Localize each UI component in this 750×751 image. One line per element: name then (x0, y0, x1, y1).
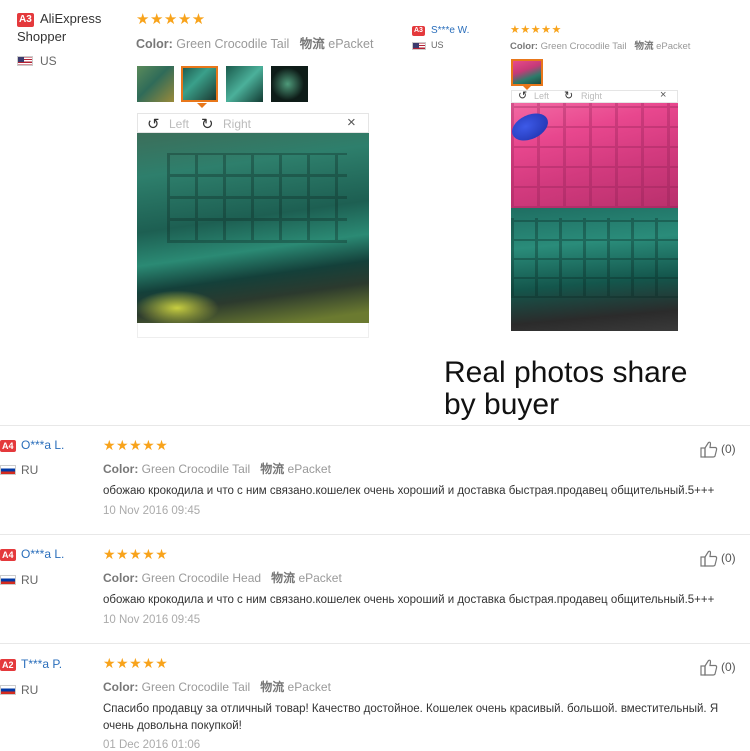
order-info: Color: Green Crocodile Tail 物流 ePacket (103, 678, 331, 695)
thumbs-up-icon[interactable] (700, 658, 718, 676)
color-value: Green Crocodile Head (141, 571, 262, 585)
buyer-level-badge: A3 (412, 26, 425, 36)
buyer-level-badge: A2 (0, 659, 16, 671)
close-icon[interactable]: × (660, 89, 666, 101)
color-value: Green Crocodile Tail (540, 41, 627, 52)
photo-texture (511, 218, 678, 298)
rating-stars: ★★★★★ (103, 437, 169, 453)
thumbs-up-icon[interactable] (700, 549, 718, 567)
color-label: Color: (103, 571, 139, 585)
helpful-count[interactable]: (0) (721, 660, 736, 674)
shipping-label: 物流 (634, 41, 654, 52)
overlay-caption: Real photos share by buyer (444, 357, 688, 421)
rotate-right-icon[interactable]: ↻ (201, 115, 214, 133)
order-info: Color: Green Crocodile Head 物流 ePacket (103, 569, 342, 586)
review-photo-thumb-4[interactable] (271, 66, 308, 102)
color-label: Color: (510, 41, 538, 52)
rotate-left-icon[interactable]: ↺ (147, 115, 160, 133)
rating-stars: ★★★★★ (510, 24, 562, 36)
order-info: Color: Green Crocodile Tail 物流 ePacket (103, 460, 331, 477)
buyer-name[interactable]: O***a L. (21, 438, 64, 452)
order-info: Color: Green Crocodile Tail 物流 ePacket (136, 33, 373, 52)
rotate-right-icon[interactable]: ↻ (564, 89, 573, 102)
review-date: 10 Nov 2016 09:45 (103, 505, 201, 517)
shipping-label: 物流 (260, 462, 285, 476)
rating-stars: ★★★★★ (103, 655, 169, 671)
thumbs-up-icon[interactable] (700, 440, 718, 458)
ru-flag-icon (0, 575, 16, 585)
buyer-country: US (40, 54, 57, 68)
review-photo-thumb-2-selected[interactable] (181, 66, 218, 102)
photo-viewer-footer (137, 323, 369, 338)
rotate-left-icon[interactable]: ↺ (518, 89, 527, 102)
shipping-label: 物流 (260, 680, 285, 694)
review-text-line-1: Спасибо продавцу за отличный товар! Каче… (103, 703, 719, 715)
shipping-value: ePacket (656, 41, 691, 52)
review-photo-large[interactable] (137, 133, 369, 323)
order-info: Color: Green Crocodile Tail 物流 ePacket (510, 38, 690, 52)
color-label: Color: (103, 680, 139, 694)
shipping-value: ePacket (287, 462, 331, 476)
shipping-label: 物流 (299, 37, 325, 51)
pink-wallet-area (511, 103, 678, 208)
divider (0, 425, 750, 426)
buyer-name[interactable]: O***a L. (21, 547, 64, 561)
shipping-value: ePacket (298, 571, 342, 585)
rotate-left-label[interactable]: Left (169, 117, 189, 131)
buyer-country: US (431, 40, 444, 50)
color-value: Green Crocodile Tail (141, 680, 251, 694)
buyer-name[interactable]: S***e W. (431, 25, 469, 36)
color-value: Green Crocodile Tail (141, 462, 251, 476)
rating-stars: ★★★★★ (136, 11, 206, 28)
selected-indicator (197, 103, 207, 108)
rotate-left-label[interactable]: Left (534, 91, 549, 101)
color-label: Color: (103, 462, 139, 476)
color-value: Green Crocodile Tail (176, 37, 290, 51)
review-text: Спасибо продавцу за отличный товар! Каче… (103, 701, 718, 735)
divider (0, 534, 750, 535)
review-photo-thumb-1[interactable] (137, 66, 174, 102)
ru-flag-icon (0, 685, 16, 695)
review-photo-thumb-1-selected[interactable] (511, 59, 543, 86)
shipping-label: 物流 (271, 571, 296, 585)
close-icon[interactable]: × (347, 114, 356, 131)
photo-viewer-toolbar: ↺ Left ↻ Right × (511, 89, 678, 103)
shipping-value: ePacket (287, 680, 331, 694)
rotate-right-label[interactable]: Right (223, 117, 251, 131)
photo-viewer-toolbar: ↺ Left ↻ Right × (137, 113, 369, 133)
review-text: обожаю крокодила и что с ним связано.кош… (103, 485, 715, 497)
review-date: 01 Dec 2016 01:06 (103, 739, 201, 751)
review-photo-large[interactable] (511, 103, 678, 331)
divider (0, 643, 750, 644)
caption-line-2: by buyer (444, 388, 560, 421)
us-flag-icon (412, 42, 426, 50)
buyer-level-badge: A4 (0, 549, 16, 561)
buyer-country: RU (21, 683, 39, 697)
review-text: обожаю крокодила и что с ним связано.кош… (103, 594, 715, 606)
rotate-right-label[interactable]: Right (581, 91, 602, 101)
ru-flag-icon (0, 465, 16, 475)
buyer-level-badge: A3 (17, 13, 34, 27)
helpful-count[interactable]: (0) (721, 442, 736, 456)
review-text-line-2: очень довольна покупкой! (103, 720, 242, 732)
buyer-country: RU (21, 573, 39, 587)
helpful-count[interactable]: (0) (721, 551, 736, 565)
caption-line-1: Real photos share (444, 356, 688, 389)
buyer-name[interactable]: T***a P. (21, 657, 62, 671)
buyer-name-line1: AliExpress (40, 11, 102, 26)
color-label: Color: (136, 37, 173, 51)
photo-texture (167, 153, 347, 243)
rating-stars: ★★★★★ (103, 546, 169, 562)
review-date: 10 Nov 2016 09:45 (103, 614, 201, 626)
buyer-country: RU (21, 463, 39, 477)
buyer-name-line2: Shopper (17, 29, 67, 44)
green-wallet-area (511, 208, 678, 331)
review-photo-thumb-3[interactable] (226, 66, 263, 102)
shipping-value: ePacket (328, 37, 374, 51)
buyer-level-badge: A4 (0, 440, 16, 452)
us-flag-icon (17, 56, 33, 66)
